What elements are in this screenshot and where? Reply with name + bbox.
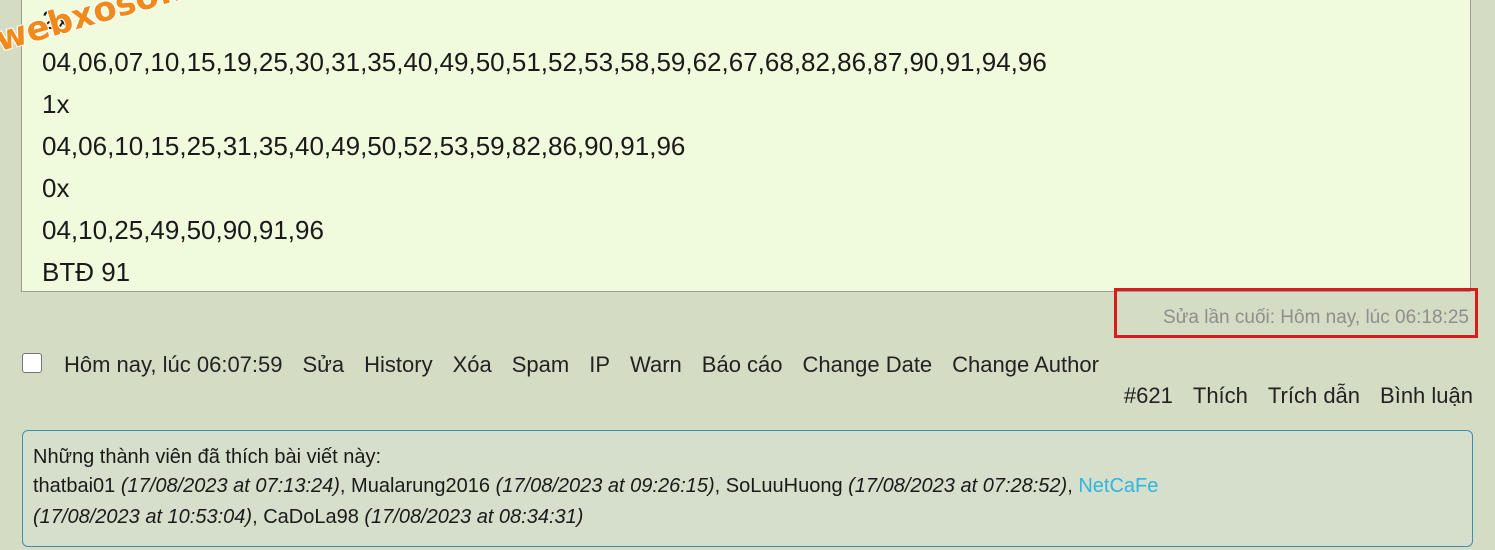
post-line: 2x xyxy=(42,5,70,35)
liker-username[interactable]: CaDoLa98 xyxy=(263,506,359,528)
likes-box: Những thành viên đã thích bài viết này: … xyxy=(22,430,1473,547)
spam-link[interactable]: Spam xyxy=(512,352,569,378)
like-timestamp: (17/08/2023 at 08:34:31) xyxy=(364,506,584,528)
report-link[interactable]: Báo cáo xyxy=(702,352,783,378)
like-timestamp: (17/08/2023 at 10:53:04) xyxy=(33,506,253,528)
delete-link[interactable]: Xóa xyxy=(453,352,492,378)
post-line: 1x xyxy=(42,89,70,119)
like-timestamp: (17/08/2023 at 07:13:24) xyxy=(120,475,340,497)
post-toolbar: Hôm nay, lúc 06:07:59 Sửa History Xóa Sp… xyxy=(22,348,1119,382)
post-content: 2x 04,06,07,10,15,19,25,30,31,35,40,49,5… xyxy=(21,0,1471,292)
history-link[interactable]: History xyxy=(364,352,432,378)
likes-heading: Những thành viên đã thích bài viết này: xyxy=(33,446,382,468)
post-line: BTĐ 91 xyxy=(42,257,131,287)
liker-username[interactable]: SoLuuHuong xyxy=(726,475,843,497)
post-actions: #621 Thích Trích dẫn Bình luận xyxy=(1104,380,1473,412)
change-date-link[interactable]: Change Date xyxy=(803,352,933,378)
post-timestamp: Hôm nay, lúc 06:07:59 xyxy=(64,352,283,377)
change-author-link[interactable]: Change Author xyxy=(952,352,1099,378)
liker-username[interactable]: thatbai01 xyxy=(33,475,115,497)
like-link[interactable]: Thích xyxy=(1193,383,1248,409)
post-line: 04,06,10,15,25,31,35,40,49,50,52,53,59,8… xyxy=(42,131,686,161)
liker-username[interactable]: NetCaFe xyxy=(1078,475,1158,497)
post-line: 04,10,25,49,50,90,91,96 xyxy=(42,215,324,245)
post-line: 0x xyxy=(42,173,70,203)
like-timestamp: (17/08/2023 at 07:28:52) xyxy=(848,475,1068,497)
post-line: 04,06,07,10,15,19,25,30,31,35,40,49,50,5… xyxy=(42,47,1047,77)
edit-link[interactable]: Sửa xyxy=(303,352,345,378)
like-timestamp: (17/08/2023 at 09:26:15) xyxy=(495,475,715,497)
liker-username[interactable]: Mualarung2016 xyxy=(351,475,490,497)
comment-link[interactable]: Bình luận xyxy=(1380,383,1473,409)
ip-link[interactable]: IP xyxy=(589,352,610,378)
warn-link[interactable]: Warn xyxy=(630,352,682,378)
select-post-checkbox[interactable] xyxy=(22,353,42,373)
quote-link[interactable]: Trích dẫn xyxy=(1268,383,1360,409)
post-number-link[interactable]: #621 xyxy=(1124,383,1173,409)
last-edit-notice: Sửa lần cuối: Hôm nay, lúc 06:18:25 xyxy=(1114,288,1478,338)
